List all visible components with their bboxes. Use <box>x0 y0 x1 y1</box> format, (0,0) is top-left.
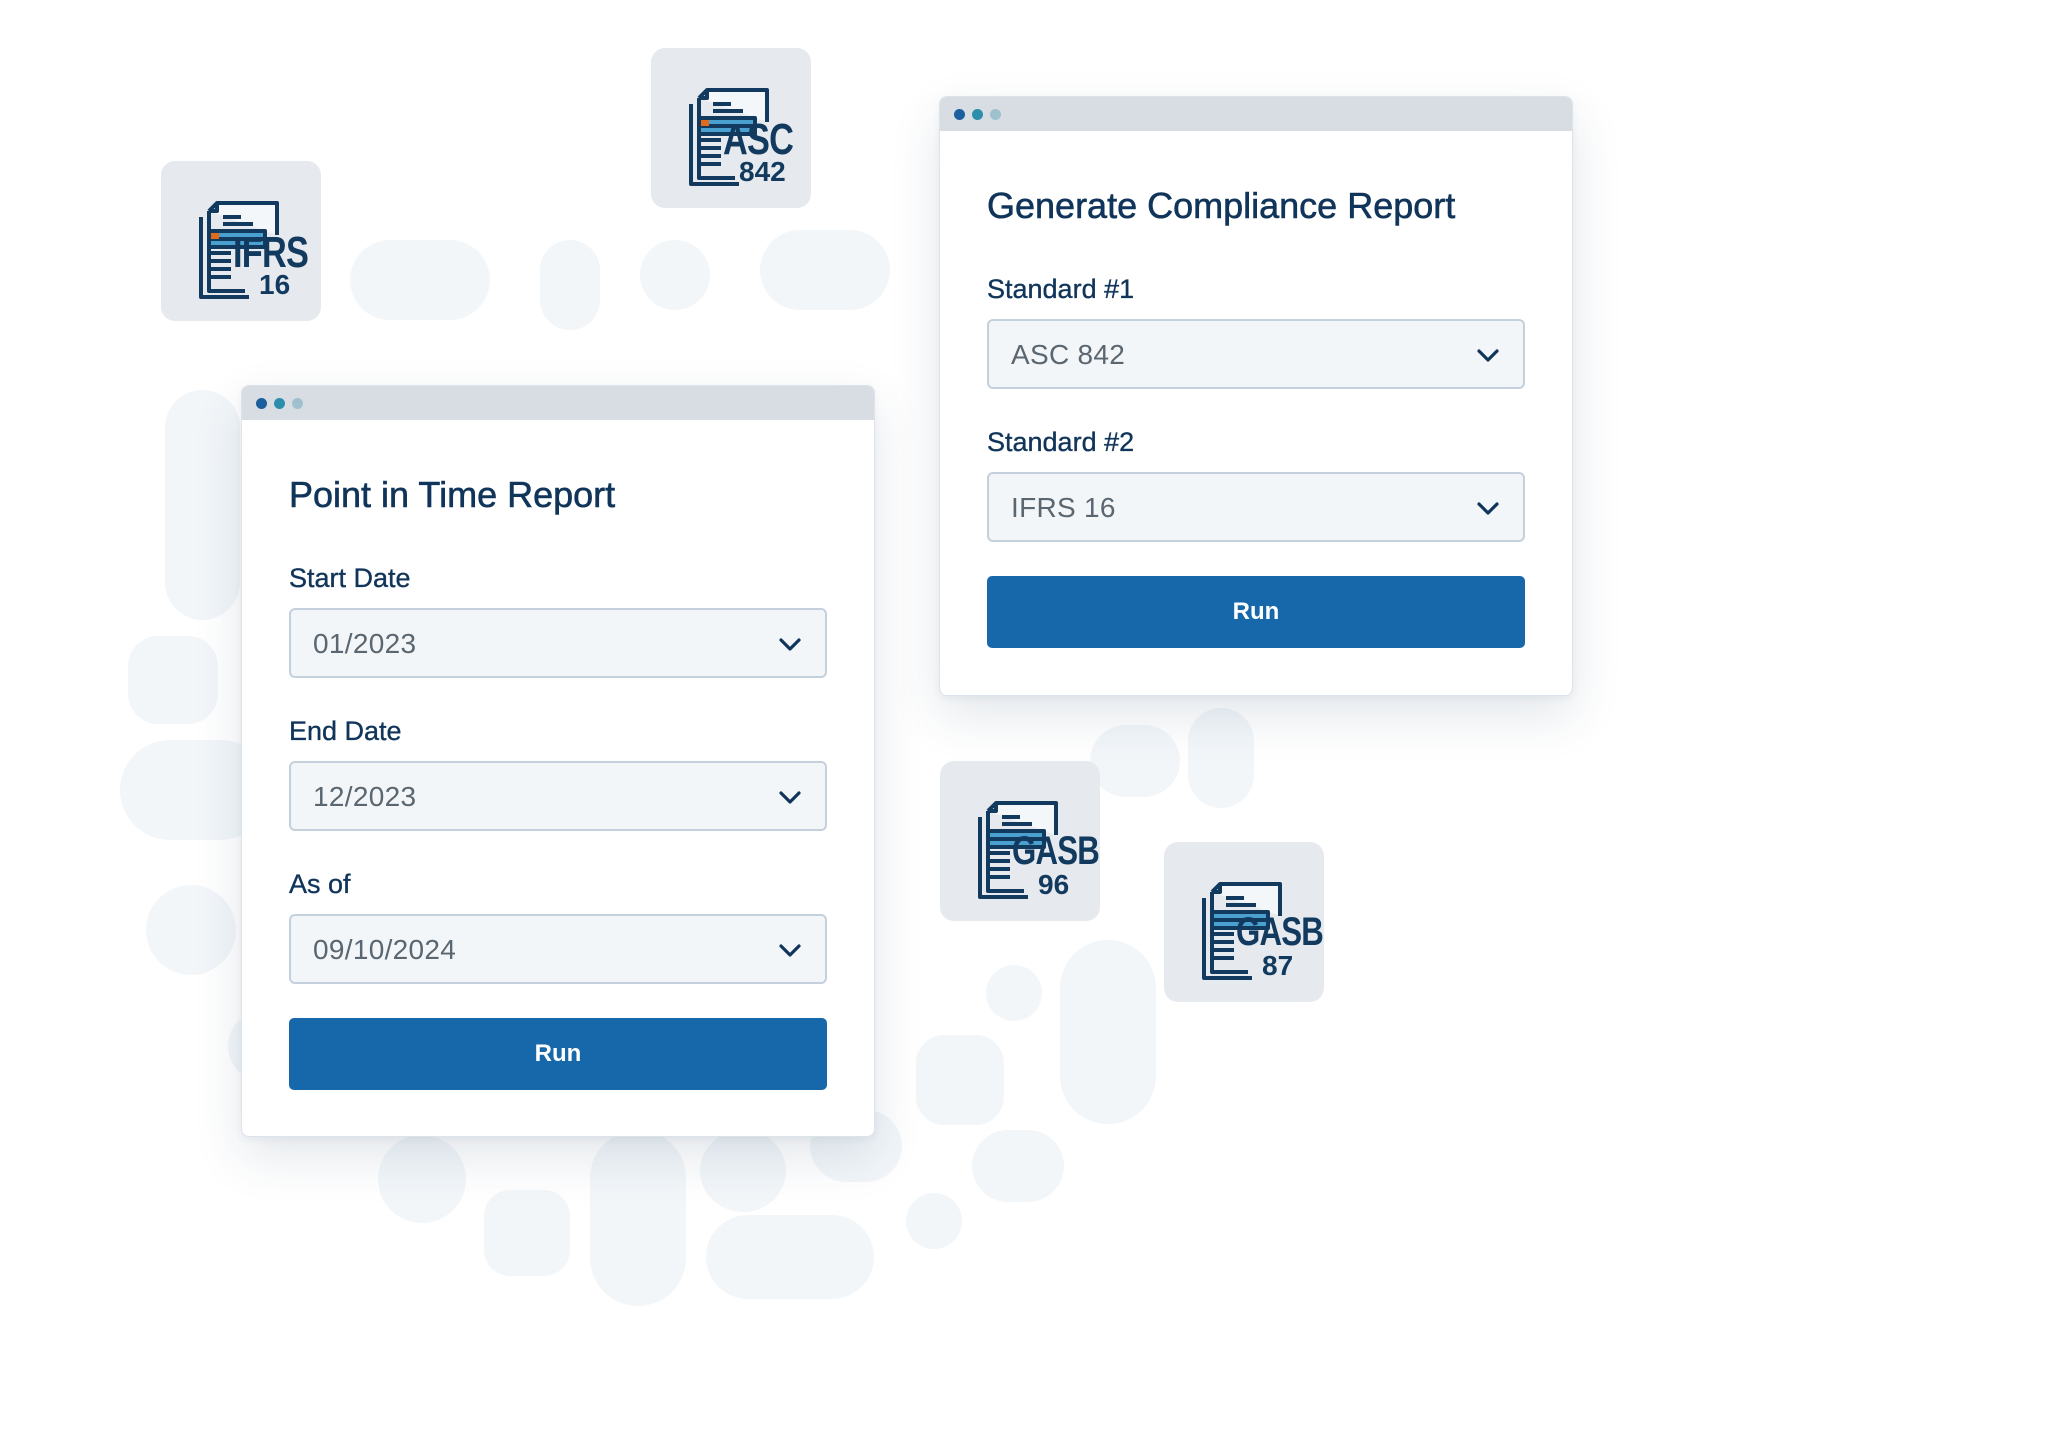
end-date-value: 12/2023 <box>313 781 417 812</box>
page-title: Point in Time Report <box>289 474 616 516</box>
window-titlebar <box>940 97 1572 131</box>
standard-1-value: ASC 842 <box>1011 339 1126 370</box>
ifrs-16-document-icon: IFRS 16 <box>161 161 321 321</box>
gasb-87-code-text: GASB <box>1236 910 1324 954</box>
window-dot-icon <box>274 398 285 409</box>
window-dot-icon <box>256 398 267 409</box>
standard-1-select[interactable]: ASC 842 <box>987 319 1525 389</box>
as-of-label: As of <box>289 869 351 899</box>
gasb-96-document-icon: GASB 96 <box>940 761 1100 921</box>
run-button[interactable]: Run <box>987 576 1525 648</box>
start-date-value: 01/2023 <box>313 628 417 659</box>
gasb-87-document-icon: GASB 87 <box>1164 842 1324 1002</box>
as-of-select[interactable]: 09/10/2024 <box>289 914 827 984</box>
end-date-label: End Date <box>289 716 402 746</box>
point-in-time-report-window: Point in Time Report Start Date 01/2023 … <box>241 385 875 1137</box>
chevron-down-icon <box>779 638 801 651</box>
start-date-select[interactable]: 01/2023 <box>289 608 827 678</box>
standard-2-select[interactable]: IFRS 16 <box>987 472 1525 542</box>
run-button[interactable]: Run <box>289 1018 827 1090</box>
gasb-96-number-text: 96 <box>1038 869 1070 900</box>
ifrs-number-text: 16 <box>259 269 291 300</box>
standard-1-label: Standard #1 <box>987 274 1135 304</box>
window-titlebar <box>242 386 874 420</box>
window-dot-icon <box>292 398 303 409</box>
start-date-label: Start Date <box>289 563 411 593</box>
asc-842-document-icon: ASC 842 <box>651 48 811 208</box>
window-dot-icon <box>954 109 965 120</box>
end-date-select[interactable]: 12/2023 <box>289 761 827 831</box>
asc-number-text: 842 <box>739 156 786 187</box>
chevron-down-icon <box>779 944 801 957</box>
gasb-96-code-text: GASB <box>1012 829 1100 873</box>
standard-2-value: IFRS 16 <box>1011 492 1116 523</box>
standard-2-label: Standard #2 <box>987 427 1135 457</box>
compliance-report-window: Generate Compliance Report Standard #1 A… <box>939 96 1573 696</box>
window-dot-icon <box>990 109 1001 120</box>
as-of-value: 09/10/2024 <box>313 934 457 965</box>
chevron-down-icon <box>779 791 801 804</box>
window-dot-icon <box>972 109 983 120</box>
chevron-down-icon <box>1477 502 1499 515</box>
page-title: Generate Compliance Report <box>987 185 1456 227</box>
gasb-87-number-text: 87 <box>1262 950 1294 981</box>
chevron-down-icon <box>1477 349 1499 362</box>
